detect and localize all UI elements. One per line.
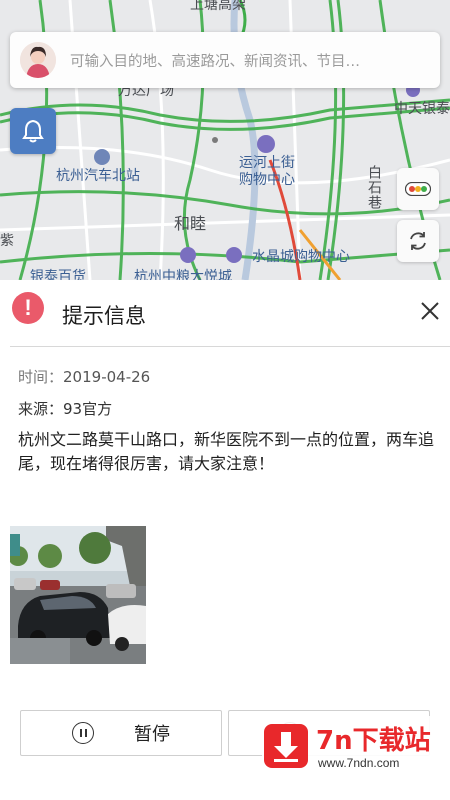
- notification-button[interactable]: [10, 108, 56, 154]
- accident-photo[interactable]: [10, 526, 146, 664]
- refresh-icon: [410, 232, 426, 250]
- time-value: 2019-04-26: [63, 368, 151, 386]
- watermark-url: www.7ndn.com: [318, 756, 400, 770]
- traffic-light-icon: [405, 182, 431, 196]
- map-label-bank: 中天银泰: [394, 101, 450, 117]
- source-value: 93官方: [63, 400, 113, 418]
- alert-icon: !: [12, 292, 44, 324]
- map-view[interactable]: 上塘高架 万达广场 中天银泰 杭州汽车北站 运河上街购物中心 和睦 白石巷 水晶…: [0, 0, 450, 280]
- close-icon: [421, 302, 439, 320]
- avatar[interactable]: [20, 42, 56, 78]
- sheet-header: ! 提示信息: [0, 280, 450, 346]
- map-label-top-road: 上塘高架: [190, 0, 246, 13]
- time-label: 时间：: [18, 368, 64, 386]
- sheet-title: 提示信息: [62, 304, 146, 328]
- traffic-toggle-button[interactable]: [397, 168, 439, 210]
- pause-button[interactable]: 暂停: [20, 710, 222, 756]
- watermark-text: 7n下载站: [316, 726, 431, 756]
- pause-icon: [72, 722, 94, 744]
- map-label-left: 半山紫: [0, 233, 14, 249]
- map-label-bottom-left: 银泰百货: [30, 269, 86, 280]
- close-button[interactable]: [414, 295, 446, 327]
- source-label: 来源：: [18, 400, 64, 418]
- avatar-image: [20, 42, 56, 78]
- download-arrow-icon: [274, 732, 298, 762]
- map-label-bottom-mid: 杭州中粮大悦城: [134, 269, 232, 280]
- search-input[interactable]: 可输入目的地、高速路况、新闻资讯、节目…: [70, 50, 360, 71]
- pause-label: 暂停: [134, 724, 170, 745]
- map-label-bus-station: 杭州汽车北站: [56, 168, 140, 184]
- watermark: 7n下载站 www.7ndn.com: [262, 716, 442, 778]
- time-row: 时间：2019-04-26: [18, 366, 150, 387]
- map-label-crystal-mall: 水晶城购物中心: [252, 249, 350, 265]
- report-content: 杭州文二路莫干山路口，新华医院不到一点的位置，两车追尾，现在堵得很厉害，请大家注…: [18, 430, 435, 473]
- map-label-mall: 运河上街购物中心: [239, 155, 295, 188]
- accident-photo-image: [10, 526, 146, 664]
- bell-icon: [22, 119, 44, 143]
- map-label-district: 和睦: [174, 214, 207, 233]
- source-row: 来源：93官方: [18, 398, 112, 419]
- divider: [10, 346, 450, 347]
- map-label-baishixiang: 白石巷: [366, 165, 382, 210]
- refresh-button[interactable]: [397, 220, 439, 262]
- watermark-logo: [264, 724, 308, 768]
- search-bar[interactable]: 可输入目的地、高速路况、新闻资讯、节目…: [10, 32, 440, 88]
